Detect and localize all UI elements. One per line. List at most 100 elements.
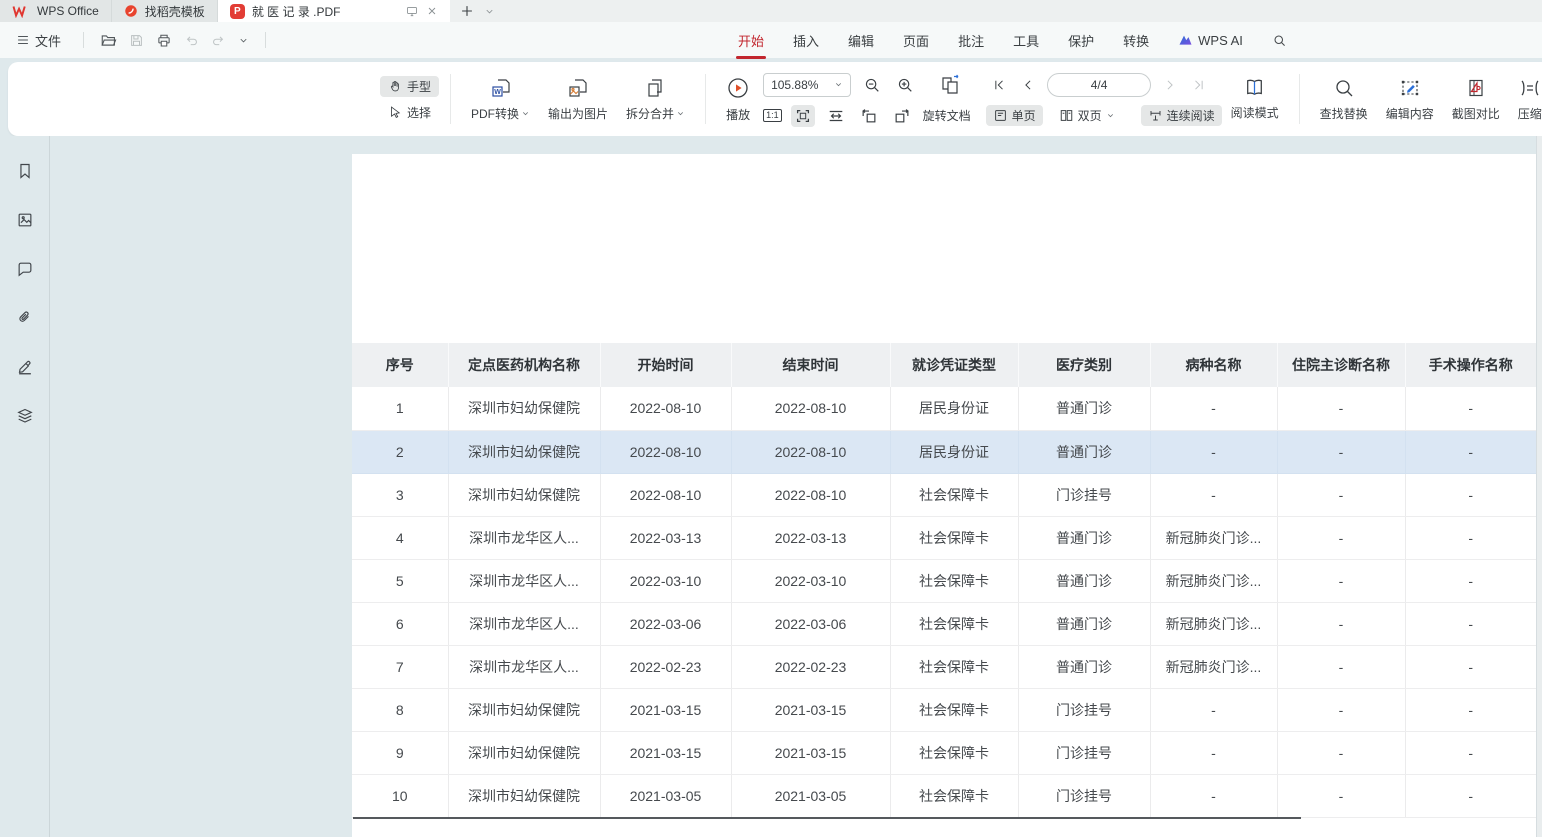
table-cell: 10 bbox=[352, 774, 448, 817]
table-cell: 深圳市龙华区人... bbox=[448, 645, 600, 688]
ribbon-tab-tools[interactable]: 工具 bbox=[1013, 29, 1039, 52]
undo-icon[interactable] bbox=[184, 33, 199, 47]
toolbar: 手型 选择 W PDF转换 输出为图片 拆分合并 播放 bbox=[8, 62, 1542, 136]
layers-icon[interactable] bbox=[12, 403, 38, 429]
ribbon-tab-comment[interactable]: 批注 bbox=[958, 29, 984, 52]
continuous-read-button[interactable]: 连续阅读 bbox=[1141, 105, 1222, 126]
last-page-icon[interactable] bbox=[1189, 76, 1209, 94]
table-cell: 普通门诊 bbox=[1018, 602, 1150, 645]
screenshot-compare-button[interactable]: 截图对比 bbox=[1443, 77, 1509, 122]
hamburger-icon bbox=[16, 34, 30, 46]
ribbon-tab-insert[interactable]: 插入 bbox=[793, 29, 819, 52]
open-file-icon[interactable] bbox=[100, 33, 117, 48]
ribbon-tab-page[interactable]: 页面 bbox=[903, 29, 929, 52]
ribbon-search-icon[interactable] bbox=[1272, 33, 1287, 48]
table-cell: 2022-03-06 bbox=[600, 602, 731, 645]
tab-label: WPS Office bbox=[37, 4, 99, 18]
print-icon[interactable] bbox=[156, 33, 172, 48]
split-merge-icon bbox=[645, 77, 667, 99]
fit-width-icon[interactable] bbox=[824, 105, 848, 127]
table-cell: 2022-03-13 bbox=[731, 516, 890, 559]
table-cell: - bbox=[1405, 559, 1536, 602]
zoom-value: 105.88% bbox=[771, 78, 818, 92]
table-cell: 社会保障卡 bbox=[890, 473, 1018, 516]
close-tab-icon[interactable] bbox=[426, 5, 438, 17]
ribbon-tab-home[interactable]: 开始 bbox=[738, 29, 764, 52]
zoom-out-icon[interactable] bbox=[860, 74, 884, 96]
table-cell: 新冠肺炎门诊... bbox=[1150, 516, 1277, 559]
redo-icon[interactable] bbox=[211, 33, 226, 47]
table-cell: 2021-03-15 bbox=[731, 688, 890, 731]
wps-logo-icon bbox=[12, 4, 30, 18]
play-button[interactable]: 播放 bbox=[717, 76, 759, 123]
previous-page-icon[interactable] bbox=[1018, 76, 1038, 94]
attachment-icon[interactable] bbox=[12, 305, 38, 331]
rotate-left-icon[interactable] bbox=[857, 105, 881, 127]
tab-label: 就 医 记 录 .PDF bbox=[252, 3, 341, 20]
find-replace-button[interactable]: 查找替换 bbox=[1311, 77, 1377, 122]
first-page-icon[interactable] bbox=[989, 76, 1009, 94]
table-cell: - bbox=[1277, 645, 1405, 688]
table-cell: 2022-08-10 bbox=[600, 430, 731, 473]
table-cell: 深圳市龙华区人... bbox=[448, 602, 600, 645]
compress-button[interactable]: 压缩 bbox=[1509, 77, 1542, 122]
page-swap-icon[interactable] bbox=[936, 72, 966, 98]
cursor-icon bbox=[388, 105, 402, 119]
tab-list-chevron-icon[interactable] bbox=[484, 6, 495, 17]
split-merge-button[interactable]: 拆分合并 bbox=[617, 77, 694, 122]
ribbon-tab-convert[interactable]: 转换 bbox=[1123, 29, 1149, 52]
new-tab-icon[interactable] bbox=[460, 4, 474, 18]
table-cell: 普通门诊 bbox=[1018, 559, 1150, 602]
table-cell: - bbox=[1150, 387, 1277, 430]
table-cell: - bbox=[1277, 430, 1405, 473]
table-cell: 社会保障卡 bbox=[890, 774, 1018, 817]
split-merge-label: 拆分合并 bbox=[626, 105, 674, 122]
select-tool-button[interactable]: 选择 bbox=[380, 102, 439, 123]
page-number-input[interactable]: 4/4 bbox=[1047, 73, 1151, 97]
pdf-convert-button[interactable]: W PDF转换 bbox=[462, 77, 539, 122]
comment-icon[interactable] bbox=[12, 256, 38, 282]
read-mode-button[interactable]: 阅读模式 bbox=[1222, 77, 1288, 121]
hand-tool-button[interactable]: 手型 bbox=[380, 76, 439, 97]
signature-icon[interactable] bbox=[12, 354, 38, 380]
tab-document-active[interactable]: P 就 医 记 录 .PDF bbox=[218, 0, 450, 22]
tab-wps-office[interactable]: WPS Office bbox=[0, 0, 112, 22]
table-cell: - bbox=[1277, 473, 1405, 516]
history-chevron-icon[interactable] bbox=[238, 35, 249, 46]
edit-content-button[interactable]: 编辑内容 bbox=[1377, 77, 1443, 122]
thumbnail-icon[interactable] bbox=[12, 207, 38, 233]
table-cell: 社会保障卡 bbox=[890, 645, 1018, 688]
table-cell: 3 bbox=[352, 473, 448, 516]
table-cell: 门诊挂号 bbox=[1018, 473, 1150, 516]
wps-ai-button[interactable]: WPS AI bbox=[1178, 33, 1243, 48]
single-page-button[interactable]: 单页 bbox=[986, 105, 1043, 126]
table-cell: 深圳市妇幼保健院 bbox=[448, 688, 600, 731]
rotate-document-label[interactable]: 旋转文档 bbox=[923, 107, 971, 124]
tab-docer-templates[interactable]: 找稻壳模板 bbox=[112, 0, 218, 22]
table-cell: 社会保障卡 bbox=[890, 516, 1018, 559]
double-page-button[interactable]: 双页 bbox=[1052, 105, 1122, 126]
monitor-icon[interactable] bbox=[405, 5, 419, 18]
actual-size-icon[interactable]: 1:1 bbox=[763, 109, 782, 122]
table-cell: - bbox=[1405, 602, 1536, 645]
table-cell: - bbox=[1277, 602, 1405, 645]
table-cell: 2021-03-15 bbox=[600, 688, 731, 731]
zoom-in-icon[interactable] bbox=[893, 74, 917, 96]
zoom-level-select[interactable]: 105.88% bbox=[763, 73, 851, 97]
save-icon[interactable] bbox=[129, 33, 144, 48]
fit-page-icon[interactable] bbox=[791, 105, 815, 127]
menu-bar: 文件 开始 插入 编辑 bbox=[0, 22, 1542, 58]
export-as-image-button[interactable]: 输出为图片 bbox=[539, 77, 617, 122]
ribbon-tab-edit[interactable]: 编辑 bbox=[848, 29, 874, 52]
divider bbox=[705, 74, 706, 124]
edit-content-icon bbox=[1399, 77, 1421, 99]
screenshot-compare-icon bbox=[1465, 77, 1487, 99]
file-menu-button[interactable]: 文件 bbox=[10, 28, 67, 53]
table-cell: - bbox=[1277, 774, 1405, 817]
ribbon-tab-protect[interactable]: 保护 bbox=[1068, 29, 1094, 52]
vertical-scrollbar[interactable] bbox=[1536, 136, 1542, 837]
table-cell: 普通门诊 bbox=[1018, 387, 1150, 430]
next-page-icon[interactable] bbox=[1160, 76, 1180, 94]
rotate-right-icon[interactable] bbox=[890, 105, 914, 127]
bookmark-icon[interactable] bbox=[12, 158, 38, 184]
